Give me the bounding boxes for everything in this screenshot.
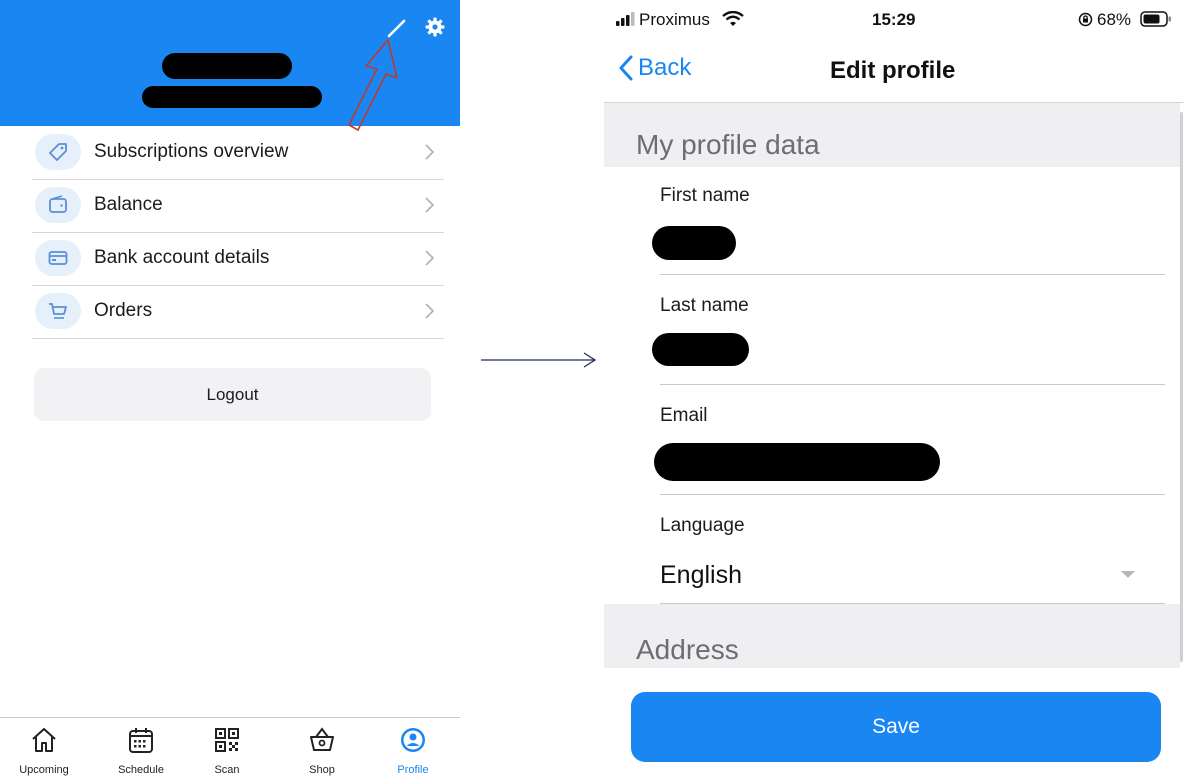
- chevron-right-icon: [424, 248, 436, 268]
- menu-item-subscriptions[interactable]: Subscriptions overview: [32, 126, 444, 180]
- edit-pencil-icon[interactable]: [386, 17, 408, 39]
- tab-bar: Upcoming Schedule Scan Shop Profile: [0, 717, 460, 779]
- email-field[interactable]: [654, 443, 940, 481]
- cart-icon: [35, 293, 81, 329]
- profile-icon: [398, 725, 428, 755]
- annotation-arrow-icon: [340, 38, 400, 134]
- carrier-name: Proximus: [639, 10, 710, 29]
- calendar-icon: [126, 725, 156, 755]
- tab-label: Shop: [309, 764, 335, 776]
- dropdown-caret-icon[interactable]: [1121, 571, 1135, 579]
- battery-icon: [1140, 11, 1172, 27]
- menu-label: Subscriptions overview: [94, 141, 289, 162]
- email-label: Email: [660, 405, 708, 426]
- logout-button[interactable]: Logout: [34, 368, 431, 421]
- edit-profile-form: My profile data First name Last name Ema…: [604, 103, 1184, 668]
- back-label: Back: [638, 54, 692, 81]
- redacted-name: [162, 53, 292, 79]
- battery-percent: 68%: [1097, 10, 1132, 29]
- menu-item-orders[interactable]: Orders: [32, 285, 444, 339]
- basket-icon: [307, 725, 337, 755]
- tab-profile[interactable]: Profile: [373, 718, 453, 779]
- nav-bar: Back Edit profile: [604, 40, 1184, 103]
- tab-schedule[interactable]: Schedule: [101, 718, 181, 779]
- section-title: My profile data: [636, 129, 820, 160]
- first-name-field[interactable]: [652, 226, 736, 260]
- divider: [660, 274, 1165, 275]
- first-name-label: First name: [660, 185, 750, 206]
- chevron-right-icon: [424, 142, 436, 162]
- home-icon: [29, 725, 59, 755]
- tab-shop[interactable]: Shop: [282, 718, 362, 779]
- section-header-address: Address: [604, 604, 1180, 668]
- section-header-profile: My profile data: [604, 103, 1180, 167]
- menu-label: Orders: [94, 300, 153, 321]
- redacted-subtitle: [142, 86, 322, 108]
- transition-arrow-icon: [480, 350, 598, 370]
- last-name-field[interactable]: [652, 333, 749, 366]
- qr-code-icon: [212, 725, 242, 755]
- tab-label: Scan: [214, 764, 240, 776]
- divider: [660, 494, 1165, 495]
- menu-item-bank-account[interactable]: Bank account details: [32, 232, 444, 286]
- chevron-right-icon: [424, 195, 436, 215]
- menu-label: Bank account details: [94, 247, 270, 268]
- last-name-label: Last name: [660, 295, 749, 316]
- gear-icon[interactable]: [424, 16, 446, 38]
- section-title: Address: [636, 634, 739, 665]
- save-button[interactable]: Save: [631, 692, 1161, 762]
- status-bar: Proximus 15:29 68%: [604, 0, 1184, 40]
- language-select[interactable]: English: [660, 561, 742, 590]
- tab-upcoming[interactable]: Upcoming: [4, 718, 84, 779]
- tab-scan[interactable]: Scan: [187, 718, 267, 779]
- chevron-left-icon: [618, 55, 634, 81]
- tab-label: Profile: [397, 764, 429, 776]
- signal-icon: [616, 12, 636, 26]
- credit-card-icon: [35, 240, 81, 276]
- tab-label: Schedule: [118, 764, 164, 776]
- wifi-icon: [722, 11, 744, 27]
- tab-label: Upcoming: [19, 764, 69, 776]
- wallet-icon: [35, 187, 81, 223]
- menu-label: Balance: [94, 194, 163, 215]
- page-title: Edit profile: [830, 57, 956, 84]
- menu-item-balance[interactable]: Balance: [32, 179, 444, 233]
- divider: [660, 384, 1165, 385]
- ticket-icon: [35, 134, 81, 170]
- clock-time: 15:29: [872, 10, 916, 29]
- scrollbar[interactable]: [1180, 112, 1183, 662]
- language-label: Language: [660, 515, 745, 536]
- profile-screen: Subscriptions overview Balance Bank acco…: [0, 0, 460, 779]
- back-button[interactable]: Back: [618, 54, 691, 82]
- chevron-right-icon: [424, 301, 436, 321]
- orientation-lock-icon: [1078, 12, 1093, 27]
